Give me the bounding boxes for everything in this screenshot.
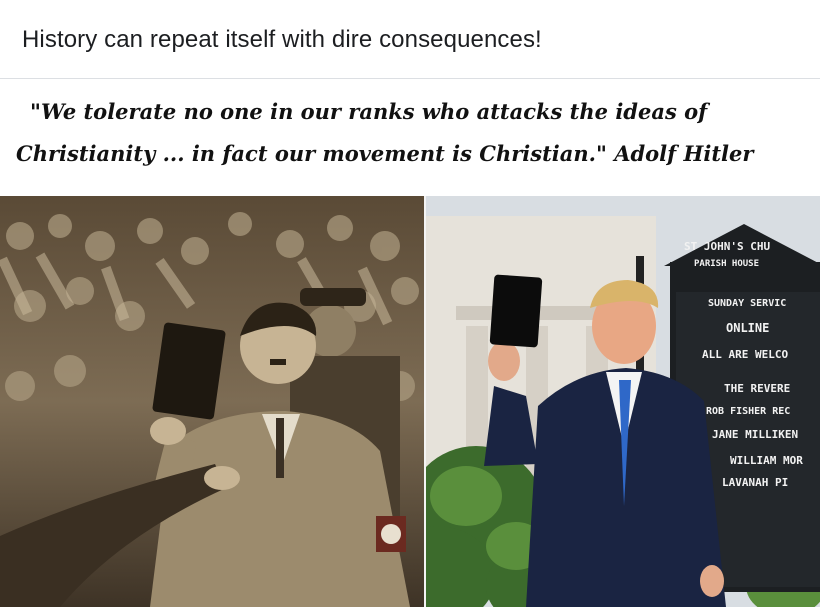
sign-line-4: ONLINE [726, 321, 769, 335]
sign-line-10: LAVANAH PI [722, 476, 788, 489]
quote-line-1: "We tolerate no one in our ranks who att… [30, 99, 708, 124]
quote-line-2: Christianity ... in fact our movement is… [16, 141, 754, 166]
sign-line-6: THE REVERE [724, 382, 790, 395]
sign-line-3: SUNDAY SERVIC [708, 298, 786, 309]
church-photo-op-photo: ST JOHN'S CHU PARISH HOUSE SUNDAY SERVIC… [426, 196, 820, 607]
meme-image[interactable]: "We tolerate no one in our ranks who att… [0, 79, 820, 607]
sign-line-1: ST JOHN'S CHU [684, 240, 770, 253]
sepia-rally-photo [0, 196, 426, 607]
post-text: History can repeat itself with dire cons… [22, 26, 542, 53]
sign-line-7: ROB FISHER REC [706, 406, 790, 417]
sign-line-2: PARISH HOUSE [694, 259, 759, 269]
profile-avatar-area[interactable] [28, 0, 100, 6]
sign-line-9: WILLIAM MOR [730, 454, 803, 467]
left-photo-panel [0, 196, 426, 607]
quote-area: "We tolerate no one in our ranks who att… [0, 79, 820, 195]
right-photo-panel: ST JOHN'S CHU PARISH HOUSE SUNDAY SERVIC… [426, 196, 820, 607]
sign-line-8: JANE MILLIKEN [712, 428, 798, 441]
sign-line-5: ALL ARE WELCO [702, 348, 788, 361]
